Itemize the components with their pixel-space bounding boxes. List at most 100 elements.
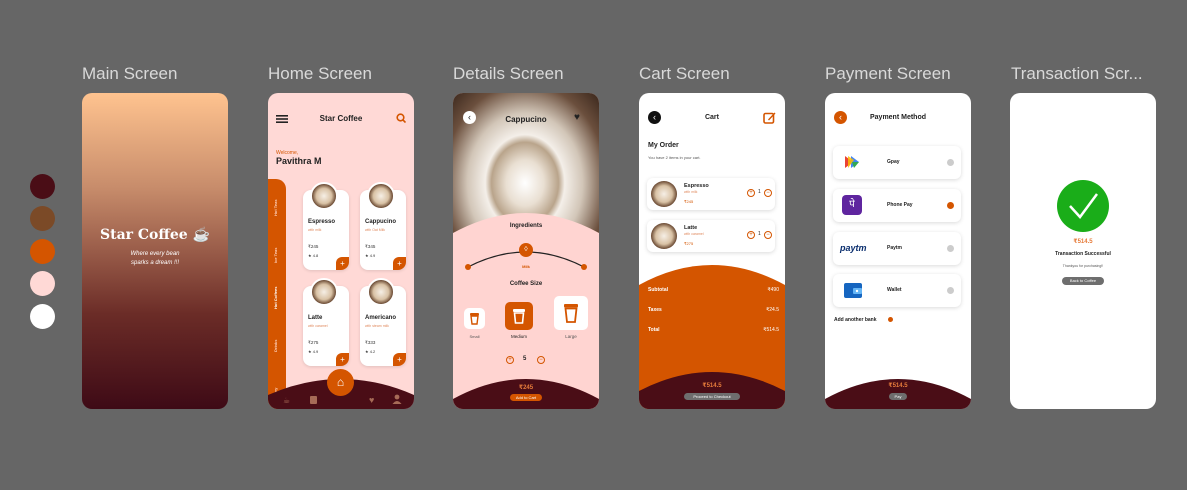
transaction-thanks: Thankyou for purchasing!! <box>1062 264 1104 268</box>
product-name: Espresso <box>308 219 336 225</box>
payment-method-name: Gpay <box>887 159 900 165</box>
size-large-button[interactable] <box>554 296 588 330</box>
espresso-image <box>310 182 338 210</box>
search-icon[interactable] <box>396 113 406 123</box>
ingredient-label: Milk <box>522 264 530 269</box>
product-name: Latte <box>308 315 323 321</box>
add-to-cart-button[interactable]: Add to Cart <box>510 394 542 401</box>
cart-screen: ‹ Cart My Order You have 2 items in your… <box>639 93 785 409</box>
paytm-logo: paytm <box>840 243 867 253</box>
cart-item[interactable]: Latte with caramel ₹275 + 1 − <box>647 220 775 252</box>
wallet-icon <box>843 280 863 300</box>
category-hot-coffees[interactable]: Hot Coffees <box>273 287 278 309</box>
category-drinks[interactable]: Drinks <box>273 340 278 352</box>
screen-title-home: Home Screen <box>268 64 372 83</box>
product-card[interactable]: Americano with steam milk ₹333 ★ 4.2 + <box>360 278 406 366</box>
payment-method-paytm[interactable]: paytm Paytm <box>833 232 961 265</box>
details-screen: ‹ Cappucino ♥ Ingredients ◊ Milk Coffee … <box>453 93 599 409</box>
product-sub: with caramel <box>308 324 328 328</box>
qty-increase-button[interactable]: + <box>747 231 755 239</box>
cart-item-name: Latte <box>684 225 698 231</box>
payment-method-gpay[interactable]: Gpay <box>833 146 961 179</box>
size-small-button[interactable] <box>464 308 485 329</box>
gpay-icon <box>842 153 862 171</box>
order-subtitle: You have 2 items in your cart. <box>648 155 701 160</box>
profile-icon[interactable] <box>392 394 402 404</box>
cart-item[interactable]: Espresso with milk ₹245 + 1 − <box>647 178 775 210</box>
product-sub: with steam milk <box>365 324 389 328</box>
product-rating: ★ 4.9 <box>365 253 376 258</box>
home-title: Star Coffee <box>319 114 363 123</box>
back-to-coffee-button[interactable]: Back to Coffee <box>1062 277 1104 285</box>
product-card[interactable]: Espresso with milk ₹245 ★ 4.8 + <box>303 182 349 270</box>
cart-item-qty: 1 <box>758 231 761 237</box>
cappucino-image <box>367 182 395 210</box>
category-hot-teas[interactable]: Hot Teas <box>273 199 278 216</box>
latte-image <box>651 223 677 249</box>
user-name: Pavithra M <box>276 156 322 166</box>
add-button[interactable]: + <box>336 353 349 366</box>
edit-icon[interactable] <box>763 111 776 124</box>
add-button[interactable]: + <box>393 257 406 270</box>
home-screen: Star Coffee Welcome, Pavithra M Hot Teas… <box>268 93 414 409</box>
payment-radio[interactable] <box>947 287 954 294</box>
cart-item-name: Espresso <box>684 183 709 189</box>
size-large-label: Large <box>565 334 577 339</box>
qty-decrease-button[interactable]: − <box>537 356 545 364</box>
add-another-bank-link[interactable]: Add another bank <box>834 317 877 323</box>
qty-increase-button[interactable]: + <box>506 356 514 364</box>
menu-book-icon[interactable] <box>310 396 317 404</box>
palette-swatch-maroon <box>30 174 55 199</box>
payment-screen: ‹ Payment Method Gpay पे Phone Pay paytm… <box>825 93 971 409</box>
palette-swatch-orange <box>30 239 55 264</box>
payment-radio[interactable] <box>947 245 954 252</box>
success-check-icon <box>1057 180 1109 232</box>
payment-method-name: Wallet <box>887 287 902 293</box>
qty-decrease-button[interactable]: − <box>764 189 772 197</box>
size-medium-button[interactable] <box>505 302 533 330</box>
coffee-size-title: Coffee Size <box>509 281 543 287</box>
product-card[interactable]: Cappucino with Oat Milk ₹345 ★ 4.9 + <box>360 182 406 270</box>
payment-total: ₹514.5 <box>888 383 908 389</box>
product-price: ₹345 <box>365 244 376 249</box>
product-rating: ★ 4.9 <box>308 349 319 354</box>
product-card[interactable]: Latte with caramel ₹275 ★ 4.9 + <box>303 278 349 366</box>
qty-increase-button[interactable]: + <box>747 189 755 197</box>
palette-swatch-white <box>30 304 55 329</box>
screen-title-cart: Cart Screen <box>639 64 730 83</box>
favorite-heart-icon[interactable]: ♥ <box>574 112 580 123</box>
category-ice-teas[interactable]: Ice Teas <box>273 248 278 264</box>
coffee-icon[interactable]: ☕ <box>283 396 290 405</box>
proceed-to-checkout-button[interactable]: Proceed to Checkout <box>684 393 740 400</box>
payment-method-name: Paytm <box>887 245 903 251</box>
payment-method-phonepe[interactable]: पे Phone Pay <box>833 189 961 222</box>
payment-radio-selected[interactable] <box>947 202 954 209</box>
cart-item-qty: 1 <box>758 189 761 195</box>
add-button[interactable]: + <box>336 257 349 270</box>
pay-button[interactable]: Pay <box>889 393 907 400</box>
main-tagline-1: Where every bean <box>130 251 180 257</box>
screen-title-transaction: Transaction Scr... <box>1011 64 1143 83</box>
product-price: ₹245 <box>308 244 319 249</box>
qty-decrease-button[interactable]: − <box>764 231 772 239</box>
phonepe-icon: पे <box>842 195 862 215</box>
main-tagline-2: sparks a dream !!! <box>130 260 180 266</box>
payment-radio[interactable] <box>947 159 954 166</box>
add-bank-icon[interactable] <box>888 317 893 322</box>
cart-item-price: ₹275 <box>684 241 694 246</box>
add-button[interactable]: + <box>393 353 406 366</box>
payment-method-name: Phone Pay <box>887 202 913 208</box>
heart-icon[interactable]: ♥ <box>369 395 374 405</box>
screen-title-main: Main Screen <box>82 64 178 83</box>
subtotal-value: ₹490 <box>767 287 779 293</box>
cart-item-price: ₹245 <box>684 199 694 204</box>
payment-title: Payment Method <box>869 114 926 121</box>
americano-image <box>367 278 395 306</box>
payment-method-wallet[interactable]: Wallet <box>833 274 961 307</box>
transaction-status: Transaction Successful <box>1055 251 1111 257</box>
screen-title-details: Details Screen <box>453 64 564 83</box>
home-nav-button[interactable]: ⌂ <box>327 369 354 396</box>
details-price: ₹245 <box>518 385 534 391</box>
my-order-title: My Order <box>648 142 679 149</box>
product-rating: ★ 4.2 <box>365 349 376 354</box>
